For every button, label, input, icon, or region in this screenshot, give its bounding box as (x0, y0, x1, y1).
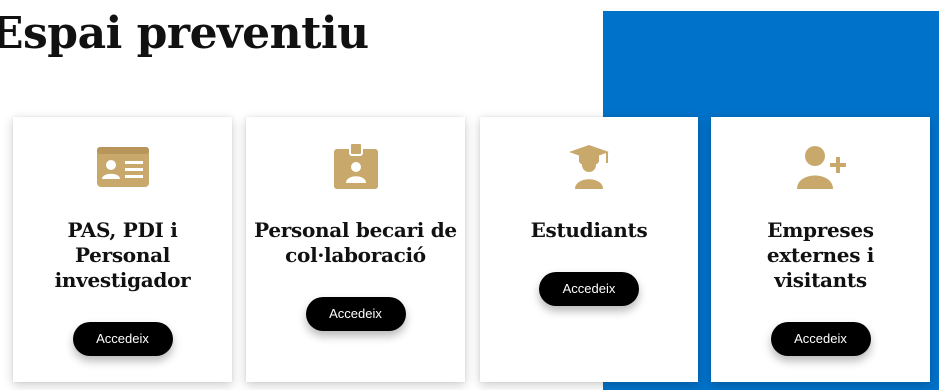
badge-icon (328, 143, 384, 191)
id-card-icon (95, 143, 151, 191)
page-title: Espai preventiu (0, 8, 369, 59)
card-title: Personal becari de col·laboració (254, 218, 457, 267)
card-staff: PAS, PDI i Personal investigador Accedei… (13, 117, 232, 382)
access-button-staff[interactable]: Accedeix (72, 322, 173, 356)
card-scholarship: Personal becari de col·laboració Accedei… (246, 117, 465, 382)
card-students: Estudiants Accedeix (480, 117, 698, 382)
card-title: Estudiants (530, 218, 648, 242)
access-button-students[interactable]: Accedeix (539, 272, 639, 306)
graduate-icon (561, 143, 617, 191)
card-companies: Empreses externes i visitants Accedeix (711, 117, 930, 382)
access-button-companies[interactable]: Accedeix (770, 322, 871, 356)
card-title: PAS, PDI i Personal investigador (54, 218, 191, 292)
access-button-scholarship[interactable]: Accedeix (305, 297, 406, 331)
add-user-icon (793, 143, 849, 191)
card-title: Empreses externes i visitants (766, 218, 875, 292)
